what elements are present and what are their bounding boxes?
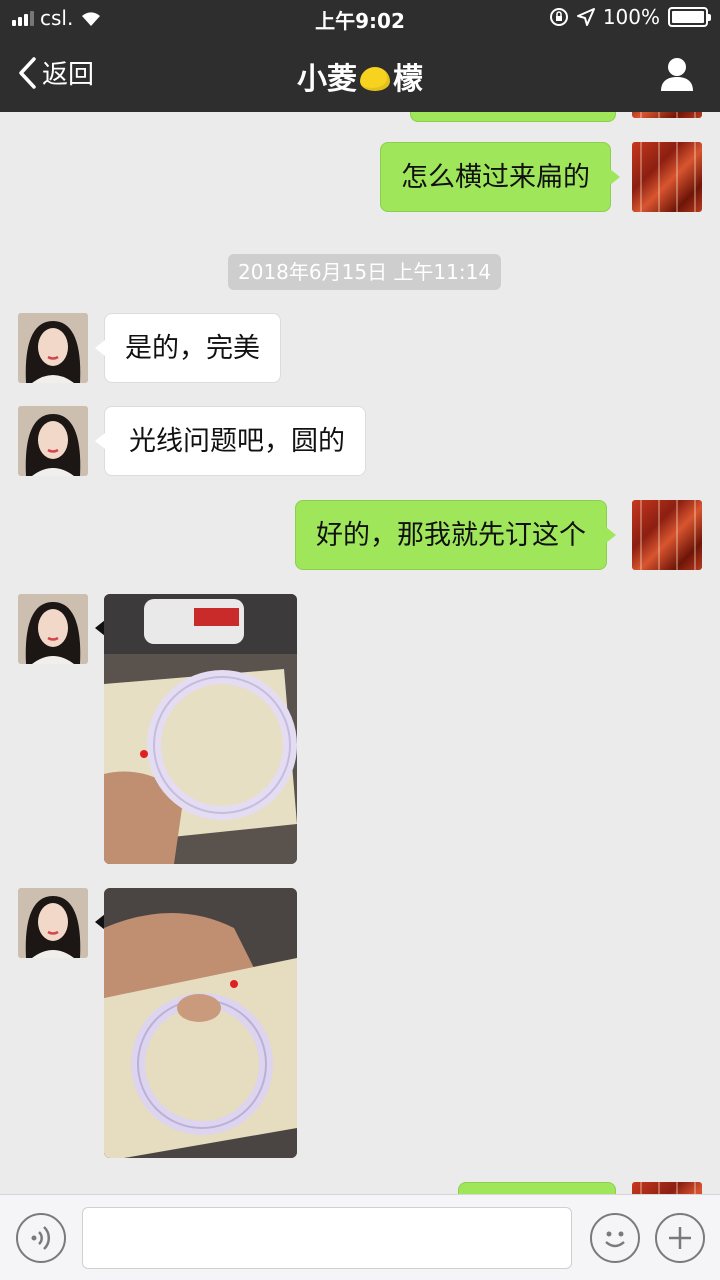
message-input[interactable] bbox=[82, 1207, 572, 1269]
message-bubble-received[interactable]: 是的，完美 bbox=[95, 313, 281, 383]
message-text: 光线问题吧，圆的 bbox=[129, 426, 345, 457]
bangle-photo[interactable] bbox=[104, 594, 297, 864]
timestamp: 2018年6月15日 上午11:14 bbox=[228, 254, 502, 290]
cut-off-bubble[interactable] bbox=[458, 1182, 616, 1194]
input-bar bbox=[0, 1194, 720, 1280]
location-arrow-icon bbox=[576, 8, 595, 26]
plus-icon bbox=[669, 1227, 691, 1249]
contact-avatar[interactable] bbox=[18, 406, 88, 476]
contact-avatar[interactable] bbox=[18, 594, 88, 664]
chat-title: 小菱 檬 bbox=[0, 54, 720, 98]
contact-avatar[interactable] bbox=[18, 313, 88, 383]
rotation-lock-icon bbox=[549, 8, 568, 26]
title-part1: 小菱 bbox=[297, 62, 357, 97]
more-button[interactable] bbox=[655, 1213, 705, 1263]
status-right: 100% bbox=[549, 5, 711, 29]
chat-area[interactable]: 怎么横过来扁的 2018年6月15日 上午11:14 是的，完美 光线问题吧，圆… bbox=[0, 112, 720, 1194]
my-avatar[interactable] bbox=[632, 500, 702, 570]
nav-bar: 返回 小菱檬 bbox=[0, 36, 720, 112]
contact-profile-icon[interactable] bbox=[660, 56, 694, 92]
lemon-emoji-icon bbox=[360, 67, 390, 91]
emoji-button[interactable] bbox=[590, 1213, 640, 1263]
title-part2: 檬 bbox=[393, 62, 423, 97]
message-bubble-sent[interactable]: 怎么横过来扁的 bbox=[380, 142, 620, 212]
message-bubble-sent[interactable]: 好的，那我就先订这个 bbox=[295, 500, 616, 570]
battery-icon bbox=[668, 7, 711, 27]
message-bubble-received[interactable]: 光线问题吧，圆的 bbox=[95, 406, 366, 476]
my-avatar[interactable] bbox=[632, 112, 702, 118]
message-text: 是的，完美 bbox=[125, 333, 260, 364]
cut-off-bubble[interactable] bbox=[410, 112, 616, 122]
status-bar: csl. 上午9:02 100% bbox=[0, 0, 720, 36]
top-bar: csl. 上午9:02 100% 返回 小菱檬 bbox=[0, 0, 720, 112]
voice-icon bbox=[31, 1226, 51, 1250]
battery-percent: 100% bbox=[602, 5, 660, 29]
bangle-photo[interactable] bbox=[104, 888, 297, 1158]
message-text: 怎么横过来扁的 bbox=[401, 162, 590, 193]
message-text: 好的，那我就先订这个 bbox=[316, 520, 586, 551]
contact-avatar[interactable] bbox=[18, 888, 88, 958]
voice-button[interactable] bbox=[16, 1213, 66, 1263]
my-avatar[interactable] bbox=[632, 142, 702, 212]
emoji-icon bbox=[605, 1231, 625, 1248]
my-avatar[interactable] bbox=[632, 1182, 702, 1194]
